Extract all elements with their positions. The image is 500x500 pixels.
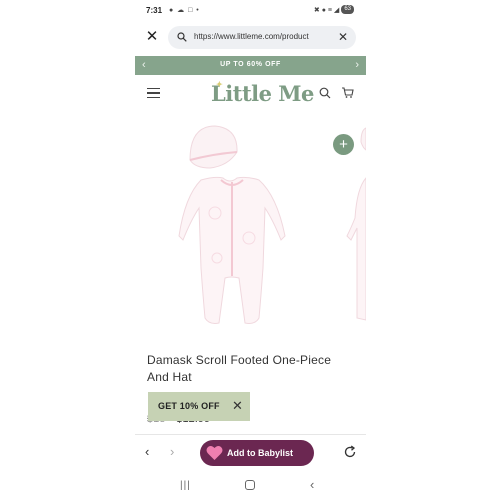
promo-banner[interactable]: ‹ UP TO 60% OFF › xyxy=(135,56,366,75)
menu-icon[interactable] xyxy=(147,88,160,98)
notification-icons: ● ☁ □ • xyxy=(169,7,200,14)
status-time: 7:31 xyxy=(146,6,163,15)
back-arrow-icon[interactable]: ‹ xyxy=(145,444,149,459)
site-header: ✦ Little Me xyxy=(135,78,366,110)
product-image-carousel[interactable]: + xyxy=(135,118,366,340)
system-status-icons: ✖ ● ≡ ◢ 63 xyxy=(314,5,354,14)
add-to-babylist-button[interactable]: Add to Babylist xyxy=(200,440,314,466)
babylist-label: Add to Babylist xyxy=(227,448,294,458)
logo-accent-icon: ✦ xyxy=(216,79,223,89)
system-navigation-bar: ||| ‹ xyxy=(135,474,366,500)
toolbar-divider xyxy=(135,434,366,435)
cart-icon[interactable] xyxy=(341,86,354,99)
signal-icons: ✖ ● ≡ ◢ xyxy=(313,6,340,14)
clear-url-icon[interactable]: ✕ xyxy=(338,30,348,44)
recent-apps-icon[interactable]: ||| xyxy=(180,480,191,491)
status-bar: 7:31 ● ☁ □ • ✖ ● ≡ ◢ 63 xyxy=(135,0,366,22)
search-icon[interactable] xyxy=(319,87,331,99)
battery-icon: 63 xyxy=(341,5,354,14)
forward-arrow-icon[interactable]: › xyxy=(170,444,174,459)
url-field[interactable]: https://www.littleme.com/product ✕ xyxy=(168,26,356,49)
close-tab-icon[interactable]: ✕ xyxy=(145,29,159,44)
search-icon xyxy=(177,32,187,42)
system-back-icon[interactable]: ‹ xyxy=(310,477,314,492)
product-title: Damask Scroll Footed One-Piece And Hat xyxy=(147,352,347,386)
close-icon[interactable]: ✕ xyxy=(232,399,243,413)
discount-popup[interactable]: GET 10% OFF ✕ xyxy=(148,392,250,421)
heart-icon xyxy=(206,445,223,460)
url-text[interactable]: https://www.littleme.com/product xyxy=(194,32,329,41)
promo-text: UP TO 60% OFF xyxy=(220,61,281,68)
phone-screen: 7:31 ● ☁ □ • ✖ ● ≡ ◢ 63 ✕ https://www.li… xyxy=(135,0,366,500)
product-image xyxy=(178,125,366,324)
add-to-wishlist-button[interactable]: + xyxy=(333,134,354,155)
home-icon[interactable] xyxy=(245,480,255,490)
site-logo[interactable]: ✦ Little Me xyxy=(211,79,314,106)
discount-label[interactable]: GET 10% OFF xyxy=(158,401,220,411)
browser-url-row: ✕ https://www.littleme.com/product ✕ xyxy=(135,24,366,52)
logo-text: Little Me xyxy=(211,81,314,106)
chevron-right-icon[interactable]: › xyxy=(355,58,359,72)
product-title-line-2: And Hat xyxy=(147,370,192,384)
product-title-line-1: Damask Scroll Footed One-Piece xyxy=(147,353,332,367)
reload-icon[interactable] xyxy=(343,445,357,459)
